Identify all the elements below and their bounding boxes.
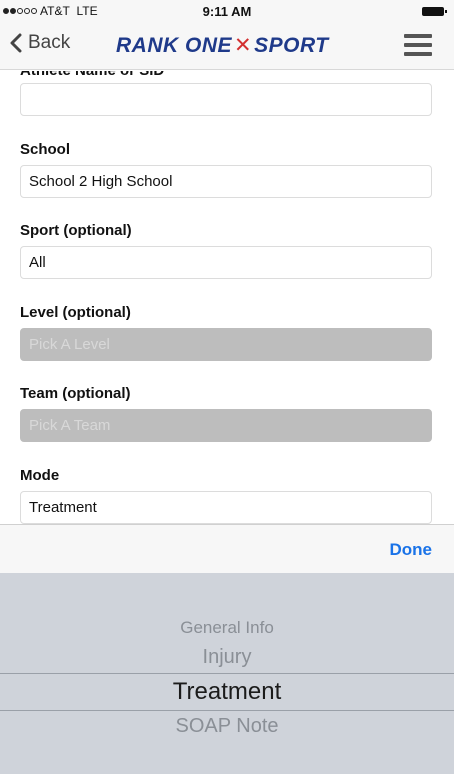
battery-icon xyxy=(422,7,447,16)
status-bar: AT&T LTE 9:11 AM xyxy=(0,0,454,22)
mode-field[interactable]: Treatment xyxy=(20,491,432,524)
logo-left-text: RANK ONE xyxy=(116,34,233,57)
athlete-input[interactable] xyxy=(20,83,432,116)
logo-right-text: SPORT xyxy=(254,34,329,57)
team-field[interactable]: Pick A Team xyxy=(20,409,432,442)
team-label: Team (optional) xyxy=(20,385,131,402)
athlete-field-label: Athlete Name or SID xyxy=(20,71,164,79)
done-button[interactable]: Done xyxy=(390,540,433,560)
back-button[interactable]: Back xyxy=(10,32,70,54)
status-time: 9:11 AM xyxy=(202,4,252,19)
logo-x-icon: ✕ xyxy=(234,34,253,57)
picker-toolbar: Done xyxy=(0,524,454,573)
picker-option-injury[interactable]: Injury xyxy=(0,646,454,669)
picker-option-soap-note[interactable]: SOAP Note xyxy=(0,715,454,738)
sport-label: Sport (optional) xyxy=(20,222,132,239)
picker-option-general-info[interactable]: General Info xyxy=(0,618,454,638)
picker-option-treatment[interactable]: Treatment xyxy=(0,678,454,706)
sport-field[interactable]: All xyxy=(20,246,432,279)
chevron-left-icon xyxy=(10,33,22,53)
search-form: Athlete Name or SID School School 2 High… xyxy=(0,71,454,524)
level-field[interactable]: Pick A Level xyxy=(20,328,432,361)
mode-label: Mode xyxy=(20,467,60,484)
school-label: School xyxy=(20,141,71,158)
level-label: Level (optional) xyxy=(20,304,131,321)
back-label: Back xyxy=(28,32,71,53)
school-field[interactable]: School 2 High School xyxy=(20,165,432,198)
rank-one-sport-logo: RANK ONE✕SPORT xyxy=(116,33,329,58)
navigation-bar: Back RANK ONE✕SPORT xyxy=(0,22,454,70)
hamburger-menu-icon[interactable] xyxy=(404,34,432,56)
mode-picker-wheel[interactable]: General Info Injury Treatment SOAP Note xyxy=(0,573,454,774)
